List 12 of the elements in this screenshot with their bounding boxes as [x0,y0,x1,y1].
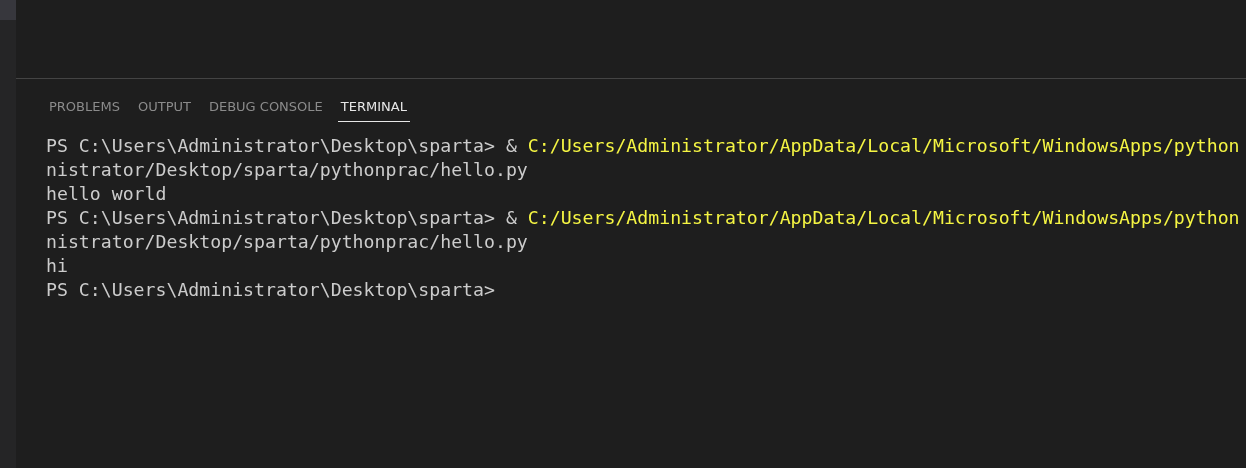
terminal-line: nistrator/Desktop/sparta/pythonprac/hello.py [46,158,528,182]
panel-tab[interactable]: TERMINAL [337,94,410,122]
terminal-line: PS C:\Users\Administrator\Desktop\sparta> & C:/Users/Administrator/AppData/Local/Microsoft/WindowsApps/python [46,206,1240,230]
scroll-thumb [0,0,16,20]
terminal-line: hi [46,254,68,278]
panel-tab[interactable]: OUTPUT [134,94,194,122]
panel-tab[interactable]: DEBUG CONSOLE [205,94,326,122]
terminal-line: nistrator/Desktop/sparta/pythonprac/hello.py [46,230,528,254]
panel-tab[interactable]: PROBLEMS [46,94,123,122]
terminal-line: hello world [46,182,167,206]
terminal-line: PS C:\Users\Administrator\Desktop\sparta> & C:/Users/Administrator/AppData/Local/Microsoft/WindowsApps/python [46,134,1240,158]
terminal-line: PS C:\Users\Administrator\Desktop\sparta> [46,278,495,302]
